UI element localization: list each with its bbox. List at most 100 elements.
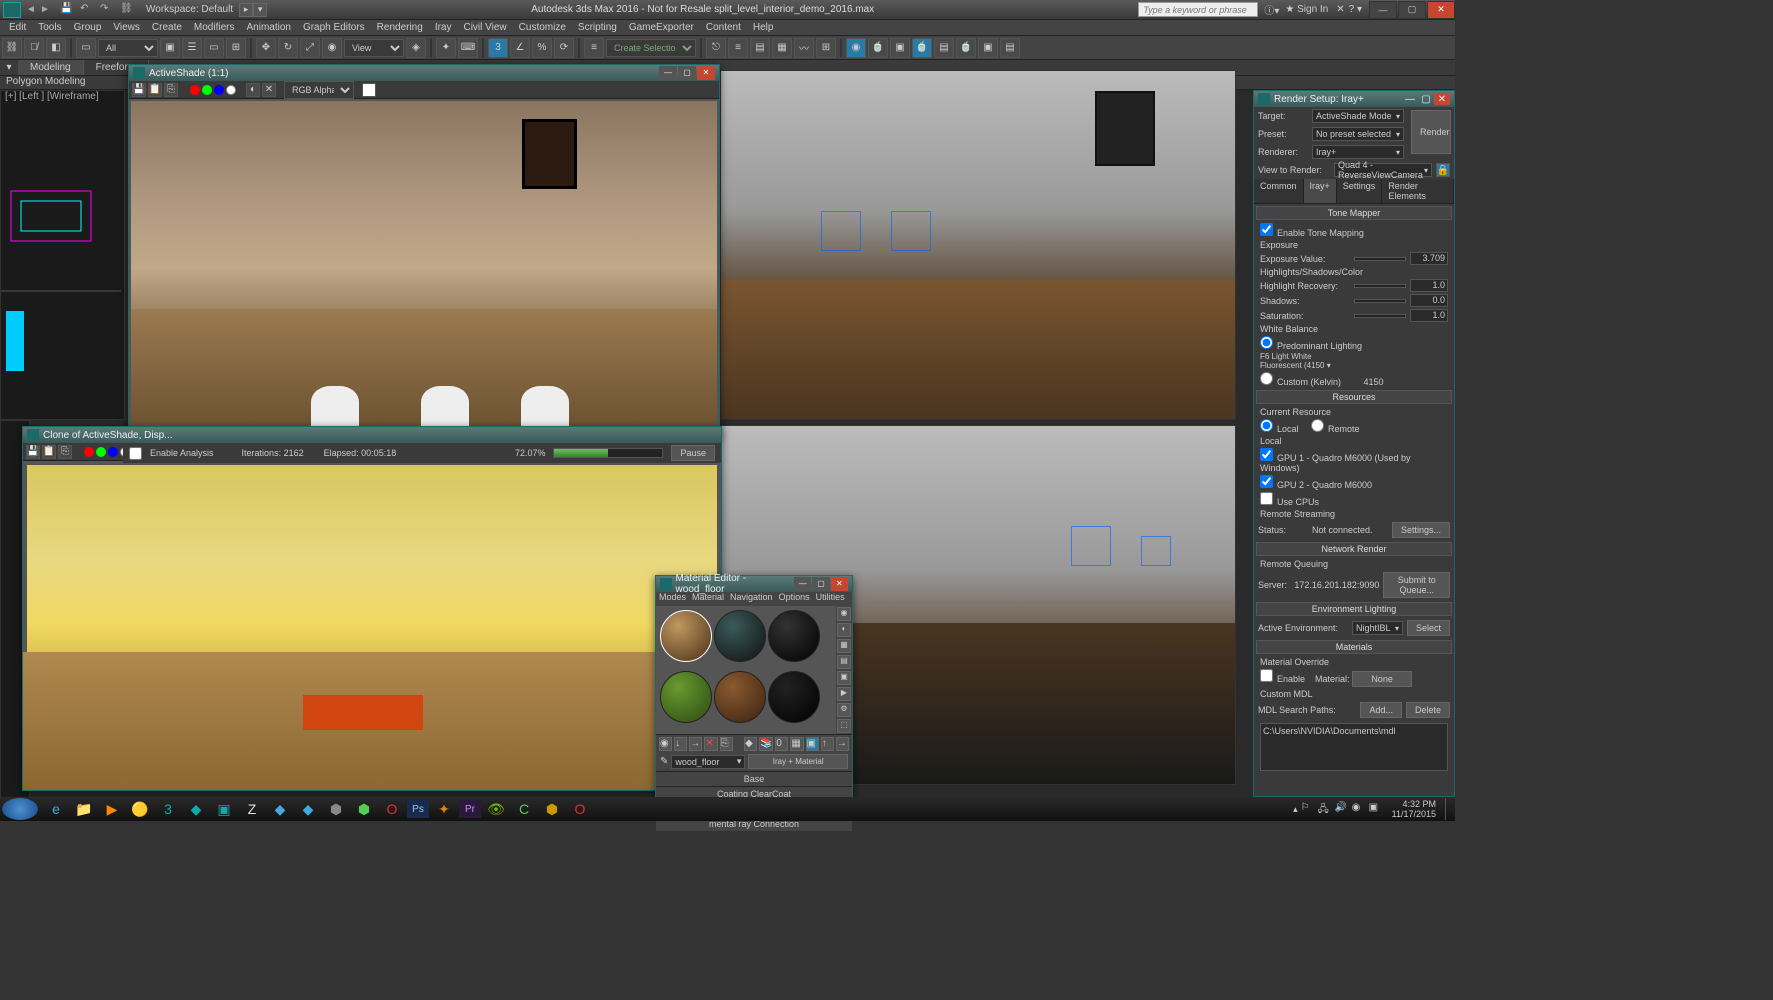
undo-icon[interactable]: ↶ (80, 3, 94, 17)
menu-iray[interactable]: Iray (430, 22, 457, 33)
edit-named-sel-icon[interactable]: ≡ (584, 38, 604, 58)
schematic-icon[interactable]: ⊞ (816, 38, 836, 58)
me-assign-icon[interactable]: → (689, 737, 702, 751)
me-put-icon[interactable]: ↓ (674, 737, 687, 751)
material-slot-2[interactable] (714, 610, 766, 662)
as-green-dot-icon[interactable] (202, 85, 212, 95)
taskbar-ie-icon[interactable]: e (43, 798, 69, 820)
as-blue-dot-icon[interactable] (214, 85, 224, 95)
as-clone-icon[interactable]: ⎘ (164, 83, 178, 97)
me-name-field[interactable]: wood_floor▾ (671, 755, 745, 769)
material-slot-6[interactable] (768, 671, 820, 723)
rs-section-resources[interactable]: Resources (1256, 390, 1452, 404)
render-icon[interactable]: 🍵 (956, 38, 976, 58)
as-red-dot-icon[interactable] (190, 85, 200, 95)
rs-submit-button[interactable]: Submit to Queue... (1383, 572, 1450, 598)
tray-nvidia-icon[interactable]: ◉ (1352, 802, 1366, 816)
render-output-icon[interactable]: ▤ (1000, 38, 1020, 58)
taskbar-app6-icon[interactable]: ⬢ (323, 798, 349, 820)
as-swatch-icon[interactable] (362, 83, 376, 97)
snap-icon[interactable]: 3 (488, 38, 508, 58)
rs-tab-render-elements[interactable]: Render Elements (1382, 179, 1454, 203)
menu-help[interactable]: Help (748, 22, 779, 33)
ribbon-tab-modeling[interactable]: Modeling (18, 60, 84, 75)
rs-target-dropdown[interactable]: ActiveShade Mode (1312, 109, 1404, 123)
rs-view-dropdown[interactable]: Quad 4 - ReverseViewCamera (1334, 163, 1432, 177)
activeshade-clone-render[interactable] (27, 465, 717, 786)
menu-views[interactable]: Views (108, 22, 145, 33)
rs-kelvin-radio[interactable] (1260, 372, 1273, 385)
me-min-button[interactable]: — (794, 577, 811, 591)
viewport-label[interactable]: [+] [Left ] [Wireframe] (5, 91, 99, 102)
rs-mat-enable-checkbox[interactable] (1260, 669, 1273, 682)
asc-red-icon[interactable] (84, 447, 94, 457)
asc-clone-icon[interactable]: ⎘ (58, 445, 72, 459)
me-menu-modes[interactable]: Modes (659, 592, 686, 606)
menu-edit[interactable]: Edit (4, 22, 31, 33)
state-sets-icon[interactable]: ▤ (934, 38, 954, 58)
taskbar-chrome-icon[interactable]: 🟡 (127, 798, 153, 820)
spinner-snap-icon[interactable]: ⟳ (554, 38, 574, 58)
activeshade-min-button[interactable]: — (659, 66, 677, 80)
ref-coord-dropdown[interactable]: View (344, 39, 404, 57)
me-put-library-icon[interactable]: 📚 (759, 737, 773, 751)
rs-section-env[interactable]: Environment Lighting (1256, 602, 1452, 616)
history-back-icon[interactable]: ◄ (24, 4, 38, 15)
pause-button[interactable]: Pause (671, 445, 715, 461)
me-backlight-icon[interactable]: ◐ (837, 623, 851, 637)
rs-min-button[interactable]: — (1402, 94, 1418, 105)
me-matid-icon[interactable]: 0 (775, 737, 788, 751)
bind-icon[interactable]: ◧ (46, 38, 66, 58)
me-menu-options[interactable]: Options (779, 592, 810, 606)
asc-copy-icon[interactable]: 📋 (42, 445, 56, 459)
me-options-icon[interactable]: ⚙ (837, 703, 851, 717)
me-show-map-icon[interactable]: ▦ (790, 737, 803, 751)
rs-max-button[interactable]: ▢ (1418, 94, 1434, 105)
workspace-label[interactable]: Workspace: Default (146, 4, 233, 15)
move-icon[interactable]: ✥ (256, 38, 276, 58)
render-prod-icon[interactable]: 🍵 (912, 38, 932, 58)
activeshade-title[interactable]: ActiveShade (1:1) (149, 68, 229, 79)
rs-mat-none-button[interactable]: None (1352, 671, 1412, 687)
menu-modifiers[interactable]: Modifiers (189, 22, 240, 33)
me-make-copy-icon[interactable]: ⎘ (720, 737, 733, 751)
menu-create[interactable]: Create (147, 22, 187, 33)
menu-animation[interactable]: Animation (241, 22, 295, 33)
rs-section-tonemapper[interactable]: Tone Mapper (1256, 206, 1452, 220)
menu-game-exporter[interactable]: GameExporter (624, 22, 699, 33)
taskbar-media-icon[interactable]: ▶ (99, 798, 125, 820)
asc-blue-icon[interactable] (108, 447, 118, 457)
taskbar-app7-icon[interactable]: ⬢ (351, 798, 377, 820)
taskbar-app4-icon[interactable]: ◆ (267, 798, 293, 820)
tray-app-icon[interactable]: ▣ (1369, 802, 1383, 816)
as-mono-icon[interactable]: ◐ (246, 83, 260, 97)
rs-saturation-value[interactable]: 1.0 (1410, 309, 1448, 322)
taskbar-explorer-icon[interactable]: 📁 (71, 798, 97, 820)
material-slot-4[interactable] (660, 671, 712, 723)
viewport-persp-top[interactable] (720, 70, 1236, 420)
menu-rendering[interactable]: Rendering (372, 22, 428, 33)
rs-usecpu-checkbox[interactable] (1260, 492, 1273, 505)
as-copy-icon[interactable]: 📋 (148, 83, 162, 97)
pct-snap-icon[interactable]: % (532, 38, 552, 58)
menu-group[interactable]: Group (69, 22, 107, 33)
rs-kelvin-value[interactable]: 4150 (1364, 377, 1414, 387)
me-go-sibling-icon[interactable]: → (836, 737, 849, 751)
me-max-button[interactable]: ▢ (812, 577, 829, 591)
rs-predom-dropdown[interactable]: F6 Light White Fluorescent (4150 ▾ (1260, 352, 1350, 370)
layers-icon[interactable]: ▤ (750, 38, 770, 58)
taskbar-clock[interactable]: 4:32 PM 11/17/2015 (1392, 799, 1436, 819)
rs-activeenv-dropdown[interactable]: NightIBL (1352, 621, 1403, 635)
rs-gpu1-checkbox[interactable] (1260, 448, 1273, 461)
ribbon-toggle-icon[interactable]: ▦ (772, 38, 792, 58)
select-icon[interactable]: ▭ (76, 38, 96, 58)
manipulate-icon[interactable]: ✦ (436, 38, 456, 58)
me-show-end-icon[interactable]: ▣ (806, 737, 819, 751)
window-maximize-button[interactable]: ▢ (1398, 1, 1426, 19)
rs-renderer-dropdown[interactable]: Iray+ (1312, 145, 1404, 159)
me-type-button[interactable]: Iray + Material (748, 754, 848, 769)
help-icon[interactable]: ? ▾ (1349, 4, 1362, 15)
menu-customize[interactable]: Customize (514, 22, 571, 33)
mirror-icon[interactable]: ⎋ (706, 38, 726, 58)
me-preview-icon[interactable]: ▶ (837, 687, 851, 701)
